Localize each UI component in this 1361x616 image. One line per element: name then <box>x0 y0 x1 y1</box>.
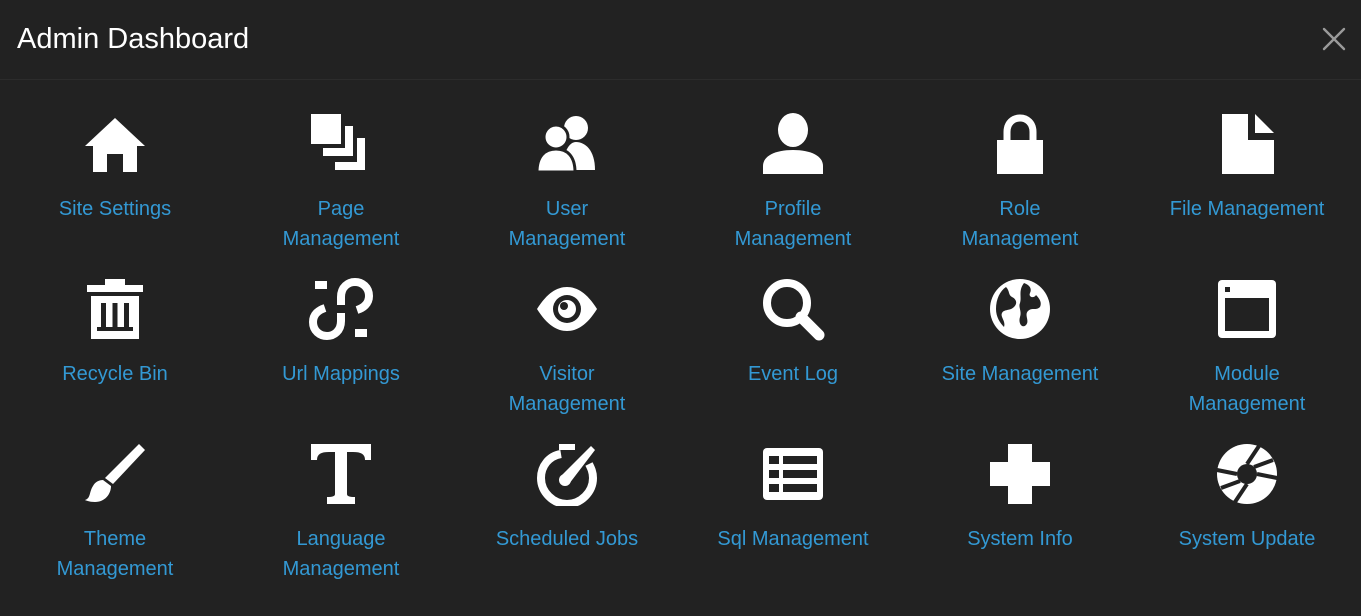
users-icon <box>535 116 595 174</box>
tile-label: Site Management <box>941 363 1099 385</box>
tile-scheduled-jobs[interactable]: Scheduled Jobs <box>454 410 680 554</box>
text-icon <box>311 444 371 504</box>
close-icon <box>1322 27 1346 51</box>
tile-page-management[interactable]: Page Management <box>228 80 454 254</box>
list-icon <box>763 448 823 500</box>
page-title: Admin Dashboard <box>17 23 250 55</box>
pages-icon <box>311 114 365 170</box>
tile-profile-management[interactable]: Profile Management <box>680 80 906 254</box>
tile-language-management[interactable]: Language Management <box>228 410 454 584</box>
tile-label: Url Mappings <box>282 363 400 385</box>
eye-icon <box>537 287 597 331</box>
medical-cross-icon <box>990 444 1050 504</box>
link-broken-icon <box>309 277 373 341</box>
tile-label: System Info <box>967 528 1073 550</box>
tile-label: Event Log <box>747 363 839 385</box>
globe-icon <box>990 279 1050 339</box>
tile-label: Site Settings <box>58 198 172 220</box>
tile-role-management[interactable]: Role Management <box>907 80 1133 254</box>
tile-user-management[interactable]: User Management <box>454 80 680 254</box>
magnifier-icon <box>763 279 825 341</box>
file-icon <box>1222 114 1274 174</box>
tile-sql-management[interactable]: Sql Management <box>680 410 906 554</box>
tile-visitor-management[interactable]: Visitor Management <box>454 245 680 419</box>
tile-label: Recycle Bin <box>62 363 168 385</box>
tile-event-log[interactable]: Event Log <box>680 245 906 389</box>
tile-theme-management[interactable]: Theme Management <box>2 410 228 584</box>
tile-url-mappings[interactable]: Url Mappings <box>228 245 454 389</box>
timer-icon <box>536 444 598 506</box>
dashboard-grid: Site Settings Page Management User Manag… <box>0 80 1361 616</box>
tile-label: Scheduled Jobs <box>495 528 639 550</box>
tile-label: Theme Management <box>56 528 174 580</box>
tile-site-settings[interactable]: Site Settings <box>2 80 228 224</box>
browser-icon <box>1218 280 1276 338</box>
brush-icon <box>85 444 145 502</box>
tile-system-info[interactable]: System Info <box>907 410 1133 554</box>
tile-recycle-bin[interactable]: Recycle Bin <box>2 245 228 389</box>
tile-module-management[interactable]: Module Management <box>1134 245 1360 419</box>
tile-file-management[interactable]: File Management <box>1134 80 1360 224</box>
tile-label: Language Management <box>282 528 400 580</box>
tile-label: Sql Management <box>717 528 869 550</box>
tile-system-update[interactable]: System Update <box>1134 410 1360 554</box>
tile-site-management[interactable]: Site Management <box>907 245 1133 389</box>
lock-icon <box>997 114 1043 174</box>
tile-label: System Update <box>1178 528 1316 550</box>
trash-icon <box>87 279 143 339</box>
tile-label: File Management <box>1169 198 1325 220</box>
person-icon <box>763 113 823 174</box>
aperture-icon <box>1216 444 1278 504</box>
close-button[interactable] <box>1321 26 1347 52</box>
home-icon <box>85 118 145 172</box>
dialog-header: Admin Dashboard <box>0 0 1361 80</box>
